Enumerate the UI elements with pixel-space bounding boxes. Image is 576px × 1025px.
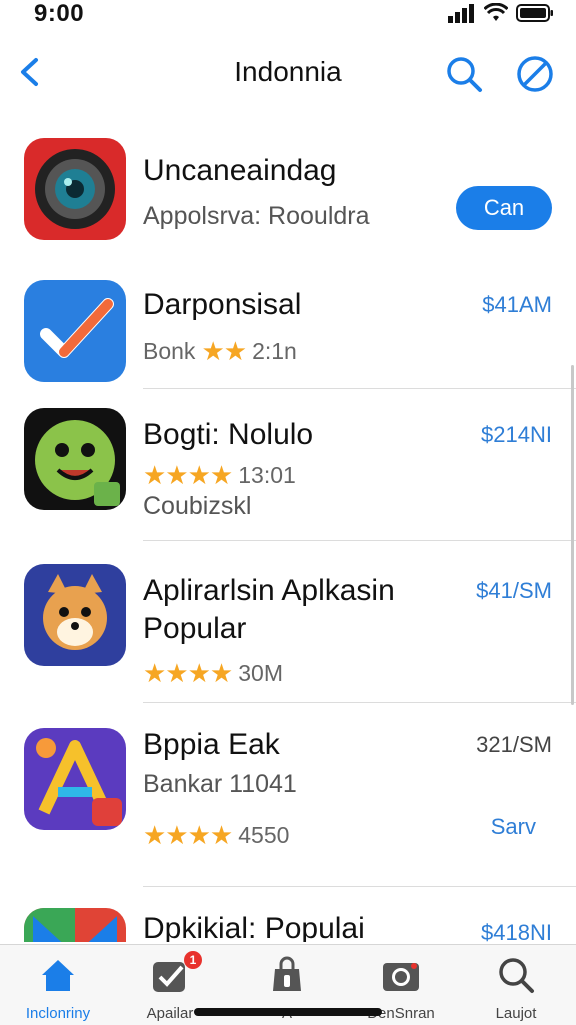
price-label[interactable]: $41AM xyxy=(482,292,552,318)
cellular-icon xyxy=(448,4,474,23)
divider xyxy=(143,388,576,389)
app-subtitle: Appolsrva: Roouldra xyxy=(143,202,370,230)
save-link[interactable]: Sarv xyxy=(491,814,536,840)
list-item[interactable]: Aplirarlsin Aplkasin Popular ★★★★ 30M $4… xyxy=(0,564,576,704)
home-indicator[interactable] xyxy=(194,1008,382,1016)
rating-count: 30M xyxy=(238,660,283,686)
status-time: 9:00 xyxy=(34,0,85,27)
page-title: Indonnia xyxy=(234,56,342,87)
app-rating: ★★★★ 4550 xyxy=(143,820,289,851)
app-name[interactable]: Aplirarlsin Aplkasin xyxy=(143,574,395,608)
app-name[interactable]: Bogti: Nolulo xyxy=(143,418,313,452)
scrollbar[interactable] xyxy=(571,365,574,705)
list-item[interactable]: Uncaneaindag Appolsrva: Roouldra Can xyxy=(0,136,576,246)
app-rating: ★★★★ 13:01 xyxy=(143,460,296,491)
navigation-bar: Indonnia xyxy=(0,40,576,104)
colorful-a-icon[interactable] xyxy=(24,728,126,830)
divider xyxy=(143,540,576,541)
wifi-icon xyxy=(484,3,508,21)
app-name[interactable]: Bppia Eak xyxy=(143,728,280,762)
tab-home[interactable]: Inclonriny xyxy=(8,951,108,1025)
tab-label: Laujot xyxy=(495,1005,537,1022)
app-rating: ★★★★ 30M xyxy=(143,658,283,689)
app-name[interactable]: Dpkikial: Populai xyxy=(143,912,365,942)
list-item[interactable]: Bppia Eak Bankar 11041 ★★★★ 4550 321/SM … xyxy=(0,728,576,868)
list-item[interactable]: Bogti: Nolulo ★★★★ 13:01 Coubizskl $214N… xyxy=(0,408,576,520)
notification-badge: 1 xyxy=(184,951,202,969)
star-rating: ★★★★ xyxy=(143,820,233,850)
status-bar: 9:00 xyxy=(0,0,576,30)
tab-label: Inclonriny xyxy=(25,1005,91,1022)
price-label[interactable]: $418NI xyxy=(481,920,552,942)
star-icon: ★★ xyxy=(201,336,247,366)
search-icon xyxy=(499,958,534,993)
star-rating: ★★★★ xyxy=(143,658,233,688)
bag-icon xyxy=(273,956,301,991)
app-name-line2[interactable]: Popular xyxy=(143,612,246,646)
star-rating: ★★★★ xyxy=(143,460,233,490)
rating-count: 13:01 xyxy=(238,462,296,488)
divider xyxy=(143,702,576,703)
price-label[interactable]: $41/SM xyxy=(476,578,552,604)
rating-count: 4550 xyxy=(238,822,290,848)
get-button[interactable]: Can xyxy=(456,186,552,230)
camera-lens-icon[interactable] xyxy=(24,138,126,240)
rating-count: 2:1n xyxy=(252,338,297,364)
battery-icon xyxy=(516,4,553,22)
app-name[interactable]: Uncaneaindag xyxy=(143,154,337,188)
block-icon[interactable] xyxy=(515,54,555,94)
list-item[interactable]: Darponsisal Bonk ★★ 2:1n $41AM xyxy=(0,278,576,388)
price-label[interactable]: 321/SM xyxy=(476,732,552,758)
cartoon-dog-icon[interactable] xyxy=(24,564,126,666)
camera-icon xyxy=(383,963,419,991)
app-rating: Bonk ★★ 2:1n xyxy=(143,336,297,367)
app-name[interactable]: Darponsisal xyxy=(143,288,301,322)
app-subtitle: Bankar 11041 xyxy=(143,770,297,798)
green-monster-icon[interactable] xyxy=(24,408,126,510)
price-label[interactable]: $214NI xyxy=(481,422,552,448)
list-item[interactable]: Dpkikial: Populai $418NI xyxy=(0,908,576,942)
app-subtitle: Bonk xyxy=(143,338,196,364)
status-icons xyxy=(448,2,554,24)
app-list[interactable]: Uncaneaindag Appolsrva: Roouldra Can Dar… xyxy=(0,112,576,942)
m-logo-icon[interactable] xyxy=(24,908,126,942)
app-subtitle: Coubizskl xyxy=(143,492,252,520)
home-icon xyxy=(42,960,74,991)
checkmark-icon[interactable] xyxy=(24,280,126,382)
search-icon[interactable] xyxy=(444,54,484,94)
tab-search[interactable]: Laujot xyxy=(466,951,566,1025)
divider xyxy=(143,886,576,887)
